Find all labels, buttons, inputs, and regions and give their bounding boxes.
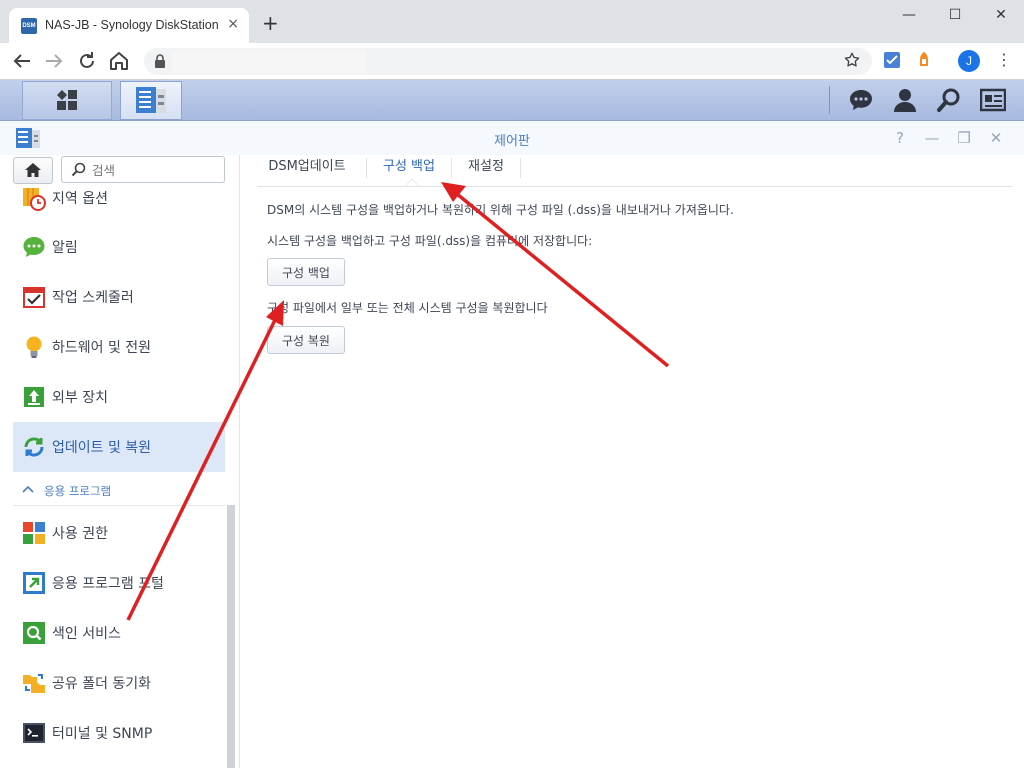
control-panel-title: 제어판: [494, 134, 530, 149]
sidebar-item-label: 터미널 및 SNMP: [52, 726, 153, 742]
search-icon[interactable]: [936, 87, 962, 113]
task-scheduler-icon: [23, 287, 45, 308]
sidebar: 지역 옵션 알림 작업 스케줄러 하드웨어 및 전원 외부 장치: [0, 155, 240, 768]
browser-titlebar: DSM NAS-JB - Synology DiskStation × + — …: [0, 0, 1024, 43]
widgets-icon[interactable]: [980, 87, 1006, 113]
dsm-taskbar: [0, 80, 1024, 121]
update-restore-icon: [24, 437, 44, 457]
sidebar-item-shared-folder-sync[interactable]: 공유 폴더 동기화: [13, 658, 225, 708]
tab-close-icon[interactable]: ×: [227, 16, 239, 32]
sidebar-scrollbar[interactable]: [227, 505, 235, 768]
user-icon[interactable]: [892, 87, 918, 113]
taskbar-separator: [829, 86, 830, 114]
privileges-icon: [23, 522, 45, 544]
sidebar-item-task-scheduler[interactable]: 작업 스케줄러: [13, 272, 225, 322]
window-maximize-button[interactable]: ☐: [932, 0, 978, 30]
sidebar-item-external-devices[interactable]: 외부 장치: [13, 372, 225, 422]
application-portal-icon: [23, 572, 45, 594]
indexing-service-icon: [23, 622, 45, 644]
section-divider: [13, 505, 225, 506]
sidebar-item-notification[interactable]: 알림: [13, 222, 225, 272]
shared-folder-sync-icon: [23, 674, 45, 693]
sidebar-item-hardware-power[interactable]: 하드웨어 및 전원: [13, 322, 225, 372]
section-label: 응용 프로그램: [44, 484, 112, 498]
control-panel-taskbar-button[interactable]: [120, 81, 182, 120]
sidebar-item-label: 하드웨어 및 전원: [52, 340, 152, 356]
chevron-up-icon: [22, 485, 34, 493]
main-menu-icon: [57, 90, 77, 110]
content-tabs: DSM업데이트 구성 백업 재설정: [257, 155, 1012, 187]
tab-divider: [520, 158, 521, 178]
sidebar-item-label: 사용 권한: [52, 526, 108, 542]
sidebar-item-label: 색인 서비스: [52, 626, 121, 642]
sidebar-item-label: 공유 폴더 동기화: [52, 676, 152, 692]
reload-icon[interactable]: [75, 49, 99, 73]
section-applications[interactable]: 응용 프로그램: [13, 475, 225, 505]
back-arrow-icon[interactable]: [10, 49, 34, 73]
sidebar-item-label: 응용 프로그램 포털: [52, 576, 164, 592]
sidebar-item-application-portal[interactable]: 응용 프로그램 포털: [13, 558, 225, 608]
browser-tab-title: NAS-JB - Synology DiskStation: [45, 18, 219, 32]
browser-tab[interactable]: DSM NAS-JB - Synology DiskStation ×: [9, 8, 249, 43]
sidebar-item-label: 지역 옵션: [52, 191, 108, 207]
browser-toolbar: J ⋮: [0, 43, 1024, 80]
restore-button[interactable]: ❐: [954, 128, 974, 148]
sidebar-item-label: 알림: [52, 240, 78, 256]
region-options-icon: [23, 188, 46, 211]
restore-description: 구성 파일에서 일부 또는 전체 시스템 구성을 복원합니다: [267, 301, 548, 315]
sidebar-item-privileges[interactable]: 사용 권한: [13, 508, 225, 558]
control-panel-header: 제어판 ? — ❐ ✕: [0, 121, 1024, 155]
help-button[interactable]: ?: [890, 128, 910, 148]
tab-reset[interactable]: 재설정: [452, 155, 520, 185]
notification-icon: [23, 237, 45, 257]
backup-config-button[interactable]: 구성 백업: [267, 258, 345, 286]
window-minimize-button[interactable]: —: [886, 0, 932, 30]
control-panel-icon: [136, 87, 166, 113]
extension-lock-icon[interactable]: [915, 51, 933, 69]
dsm-favicon-icon: DSM: [21, 18, 37, 34]
close-button[interactable]: ✕: [986, 128, 1006, 148]
sidebar-item-label: 외부 장치: [52, 390, 108, 406]
bookmark-star-icon[interactable]: [843, 51, 861, 69]
sidebar-item-label: 작업 스케줄러: [52, 290, 134, 306]
address-bar[interactable]: [144, 48, 872, 75]
lock-icon: [155, 54, 165, 68]
sidebar-item-terminal-snmp[interactable]: 터미널 및 SNMP: [13, 708, 225, 758]
sidebar-item-label: 업데이트 및 복원: [52, 440, 152, 456]
sidebar-item-region-options[interactable]: 지역 옵션: [13, 172, 225, 222]
browser-menu-icon[interactable]: ⋮: [996, 50, 1012, 70]
main-content: DSM업데이트 구성 백업 재설정 DSM의 시스템 구성을 백업하거나 복원하…: [240, 155, 1024, 768]
extension-check-icon[interactable]: [883, 51, 901, 69]
terminal-snmp-icon: [23, 723, 45, 743]
active-tab-indicator: [405, 178, 419, 186]
forward-arrow-icon[interactable]: [42, 49, 66, 73]
minimize-button[interactable]: —: [922, 128, 942, 148]
description-text: DSM의 시스템 구성을 백업하거나 복원하기 위해 구성 파일 (.dss)을…: [267, 203, 734, 217]
sidebar-item-update-restore[interactable]: 업데이트 및 복원: [13, 422, 225, 472]
home-icon[interactable]: [107, 49, 131, 73]
window-close-button[interactable]: ✕: [978, 0, 1024, 30]
chat-icon[interactable]: [848, 87, 874, 113]
hardware-power-icon: [26, 336, 42, 358]
external-device-icon: [24, 387, 44, 407]
backup-description: 시스템 구성을 백업하고 구성 파일(.dss)을 컴퓨터에 저장합니다:: [267, 234, 593, 248]
address-input[interactable]: [172, 51, 366, 73]
sidebar-item-indexing-service[interactable]: 색인 서비스: [13, 608, 225, 658]
tab-dsm-update[interactable]: DSM업데이트: [257, 155, 357, 185]
new-tab-button[interactable]: +: [262, 13, 279, 33]
main-menu-button[interactable]: [22, 81, 112, 120]
profile-avatar[interactable]: J: [958, 50, 980, 72]
restore-config-button[interactable]: 구성 복원: [267, 326, 345, 354]
